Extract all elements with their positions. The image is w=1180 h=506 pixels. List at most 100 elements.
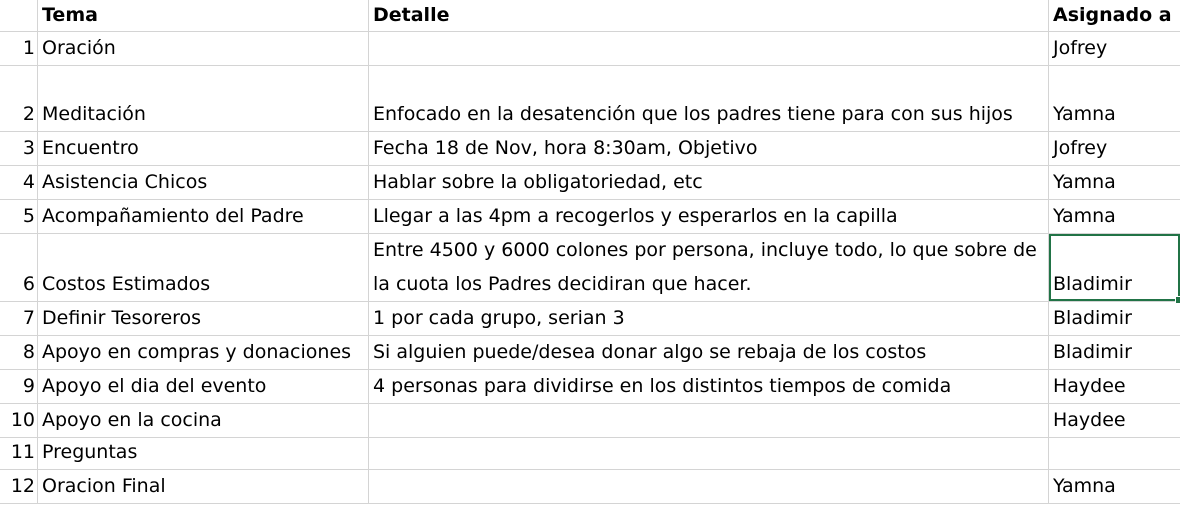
tema-text: Preguntas bbox=[42, 441, 138, 463]
asignado-cell[interactable]: Bladimir bbox=[1049, 336, 1180, 369]
tema-cell[interactable]: Definir Tesoreros bbox=[38, 302, 369, 335]
detalle-cell[interactable]: 4 personas para dividirse en los distint… bbox=[369, 370, 1049, 403]
row-number-cell[interactable]: 7 bbox=[0, 302, 38, 335]
asignado-cell[interactable]: Jofrey bbox=[1049, 32, 1180, 65]
header-tema-text: Tema bbox=[42, 4, 98, 26]
tema-text: Apoyo en compras y donaciones bbox=[42, 341, 352, 363]
tema-cell[interactable]: Encuentro bbox=[38, 132, 369, 165]
table-row: 9 Apoyo el dia del evento 4 personas para … bbox=[0, 370, 1180, 404]
row-number-text: 8 bbox=[22, 341, 35, 363]
table-row: 3 Encuentro Fecha 18 de Nov, hora 8:30am, … bbox=[0, 132, 1180, 166]
header-detalle-cell[interactable]: Detalle bbox=[369, 0, 1049, 31]
table-row: 4 Asistencia Chicos Hablar sobre la obliga… bbox=[0, 166, 1180, 200]
row-number-cell[interactable]: 3 bbox=[0, 132, 38, 165]
row-number-text: 1 bbox=[22, 37, 35, 59]
row-number-text: 5 bbox=[22, 205, 35, 227]
detalle-cell[interactable]: Fecha 18 de Nov, hora 8:30am, Objetivo bbox=[369, 132, 1049, 165]
selection-fill-handle[interactable] bbox=[1175, 296, 1180, 304]
detalle-cell[interactable] bbox=[369, 470, 1049, 503]
row-number-cell[interactable]: 4 bbox=[0, 166, 38, 199]
table-row: 7 Definir Tesoreros 1 por cada grupo, seri… bbox=[0, 302, 1180, 336]
row-number-text: 4 bbox=[22, 171, 35, 193]
detalle-text-line: Fecha 18 de Nov, hora 8:30am, Objetivo bbox=[373, 137, 758, 159]
asignado-cell[interactable]: Bladimir bbox=[1049, 234, 1180, 301]
detalle-cell[interactable]: Llegar a las 4pm a recogerlos y esperarl… bbox=[369, 200, 1049, 233]
row-number-text: 11 bbox=[10, 441, 35, 463]
tema-text: Oración bbox=[42, 37, 116, 59]
header-detalle-text: Detalle bbox=[373, 4, 450, 26]
detalle-cell[interactable] bbox=[369, 438, 1049, 469]
row-number-cell[interactable]: 2 bbox=[0, 66, 38, 131]
header-asignado-cell[interactable]: Asignado a bbox=[1049, 0, 1180, 31]
asignado-text: Jofrey bbox=[1053, 37, 1108, 59]
tema-cell[interactable]: Preguntas bbox=[38, 438, 369, 469]
table-row: 12 Oracion Final Yamna bbox=[0, 470, 1180, 504]
asignado-cell[interactable]: Yamna bbox=[1049, 66, 1180, 131]
asignado-text: Bladimir bbox=[1053, 273, 1132, 295]
detalle-text-line: Si alguien puede/desea donar algo se reb… bbox=[373, 341, 927, 363]
detalle-cell[interactable] bbox=[369, 32, 1049, 65]
asignado-text: Yamna bbox=[1053, 475, 1116, 497]
tema-text: Apoyo el dia del evento bbox=[42, 375, 267, 397]
asignado-cell[interactable] bbox=[1049, 438, 1180, 469]
spreadsheet-grid: Tema Detalle Asignado a 1 Oración Jofrey 2 M… bbox=[0, 0, 1180, 506]
row-number-text: 10 bbox=[10, 409, 35, 431]
table-row: 6 Costos Estimados Entre 4500 y 6000 colon… bbox=[0, 234, 1180, 302]
row-number-cell[interactable]: 9 bbox=[0, 370, 38, 403]
detalle-cell[interactable]: 1 por cada grupo, serian 3 bbox=[369, 302, 1049, 335]
row-number-cell[interactable]: 12 bbox=[0, 470, 38, 503]
detalle-cell[interactable]: Si alguien puede/desea donar algo se reb… bbox=[369, 336, 1049, 369]
asignado-cell[interactable]: Yamna bbox=[1049, 470, 1180, 503]
tema-cell[interactable]: Apoyo en la cocina bbox=[38, 404, 369, 437]
row-number-cell[interactable]: 10 bbox=[0, 404, 38, 437]
row-number-cell[interactable]: 8 bbox=[0, 336, 38, 369]
row-number-text: 7 bbox=[22, 307, 35, 329]
detalle-cell[interactable]: Hablar sobre la obligatoriedad, etc bbox=[369, 166, 1049, 199]
header-num-cell[interactable] bbox=[0, 0, 38, 31]
header-tema-cell[interactable]: Tema bbox=[38, 0, 369, 31]
tema-cell[interactable]: Asistencia Chicos bbox=[38, 166, 369, 199]
tema-cell[interactable]: Meditación bbox=[38, 66, 369, 131]
row-number-cell[interactable]: 1 bbox=[0, 32, 38, 65]
asignado-cell[interactable]: Haydee bbox=[1049, 370, 1180, 403]
asignado-text: Yamna bbox=[1053, 205, 1116, 227]
asignado-cell[interactable]: Yamna bbox=[1049, 166, 1180, 199]
detalle-cell[interactable] bbox=[369, 404, 1049, 437]
row-number-text: 6 bbox=[22, 273, 35, 295]
asignado-text: Bladimir bbox=[1053, 307, 1132, 329]
row-number-cell[interactable]: 11 bbox=[0, 438, 38, 469]
tema-cell[interactable]: Apoyo en compras y donaciones bbox=[38, 336, 369, 369]
asignado-text: Bladimir bbox=[1053, 341, 1132, 363]
asignado-cell[interactable]: Haydee bbox=[1049, 404, 1180, 437]
tema-text: Oracion Final bbox=[42, 475, 166, 497]
asignado-cell[interactable]: Yamna bbox=[1049, 200, 1180, 233]
tema-cell[interactable]: Oracion Final bbox=[38, 470, 369, 503]
tema-text: Apoyo en la cocina bbox=[42, 409, 222, 431]
asignado-cell[interactable]: Jofrey bbox=[1049, 132, 1180, 165]
detalle-cell[interactable]: Entre 4500 y 6000 colones por persona, i… bbox=[369, 234, 1049, 301]
tema-cell[interactable]: Oración bbox=[38, 32, 369, 65]
detalle-text-line: la cuota los Padres decidiran que hacer. bbox=[373, 273, 752, 295]
asignado-cell[interactable]: Bladimir bbox=[1049, 302, 1180, 335]
tema-cell[interactable]: Acompañamiento del Padre bbox=[38, 200, 369, 233]
detalle-text-line: Enfocado en la desatención que los padre… bbox=[373, 103, 1013, 125]
tema-text: Asistencia Chicos bbox=[42, 171, 208, 193]
detalle-text-line: Llegar a las 4pm a recogerlos y esperarl… bbox=[373, 205, 898, 227]
row-number-text: 9 bbox=[22, 375, 35, 397]
row-number-text: 3 bbox=[22, 137, 35, 159]
table-row: 1 Oración Jofrey bbox=[0, 32, 1180, 66]
tema-text: Acompañamiento del Padre bbox=[42, 205, 304, 227]
row-number-text: 12 bbox=[10, 475, 35, 497]
header-asignado-text: Asignado a bbox=[1053, 4, 1172, 26]
table-row: 10 Apoyo en la cocina Haydee bbox=[0, 404, 1180, 438]
header-row: Tema Detalle Asignado a bbox=[0, 0, 1180, 32]
row-number-cell[interactable]: 6 bbox=[0, 234, 38, 301]
table-row: 11 Preguntas bbox=[0, 438, 1180, 470]
detalle-text-line: Entre 4500 y 6000 colones por persona, i… bbox=[373, 239, 1037, 261]
detalle-cell[interactable]: Enfocado en la desatención que los padre… bbox=[369, 66, 1049, 131]
tema-cell[interactable]: Apoyo el dia del evento bbox=[38, 370, 369, 403]
row-number-text: 2 bbox=[22, 103, 35, 125]
table-row: 8 Apoyo en compras y donaciones Si alguien… bbox=[0, 336, 1180, 370]
tema-cell[interactable]: Costos Estimados bbox=[38, 234, 369, 301]
row-number-cell[interactable]: 5 bbox=[0, 200, 38, 233]
